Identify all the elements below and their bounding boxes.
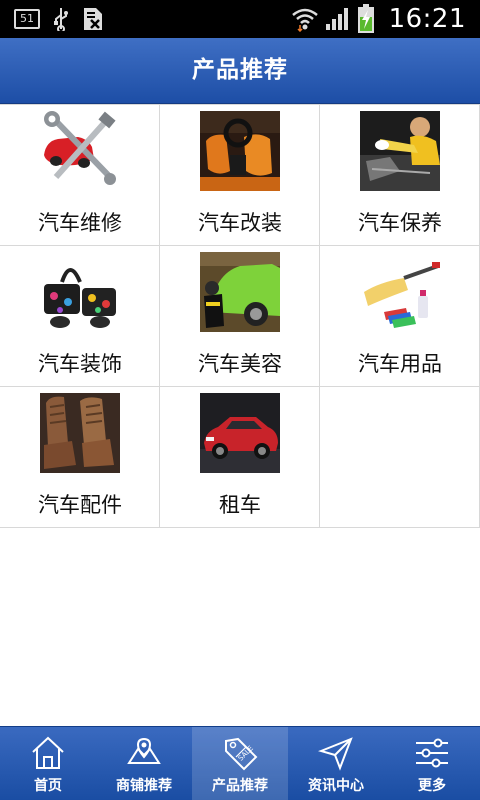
empty-cell xyxy=(320,387,480,528)
sale-tag-icon: SALE xyxy=(225,737,258,771)
nav-shops[interactable]: 商铺推荐 xyxy=(96,727,192,800)
nav-label: 更多 xyxy=(418,778,446,794)
status-bar: 51 16:21 xyxy=(0,0,480,38)
nav-label: 商铺推荐 xyxy=(116,778,172,794)
home-icon xyxy=(32,736,64,769)
category-item-beauty[interactable]: 汽车美容 xyxy=(160,246,320,387)
category-label: 汽车美容 xyxy=(198,352,282,376)
category-label: 汽车配件 xyxy=(38,493,122,517)
nav-more[interactable]: 更多 xyxy=(384,727,480,800)
nav-label: 资讯中心 xyxy=(308,778,364,794)
category-grid: 汽车维修 汽车改装 汽车保养 汽车装饰 汽车美容 汽车用品 汽车配件 租车 xyxy=(0,104,480,528)
shop-map-icon xyxy=(127,737,161,764)
blocked-app-icon xyxy=(84,8,102,30)
nav-news[interactable]: 资讯中心 xyxy=(288,727,384,800)
category-label: 汽车维修 xyxy=(38,211,122,235)
battery-charging-icon xyxy=(357,4,374,33)
category-label: 汽车保养 xyxy=(358,211,442,235)
category-item-repair[interactable]: 汽车维修 xyxy=(0,105,160,246)
usb-icon xyxy=(54,8,68,31)
car-seat-icon xyxy=(40,393,120,473)
wifi-icon xyxy=(291,8,318,32)
clock: 16:21 xyxy=(388,4,466,34)
signal-icon xyxy=(325,8,348,30)
nav-home[interactable]: 首页 xyxy=(0,727,96,800)
app-header: 产品推荐 xyxy=(0,38,480,104)
category-item-rental[interactable]: 租车 xyxy=(160,387,320,528)
repair-tools-icon xyxy=(40,111,120,191)
send-icon xyxy=(318,737,353,771)
category-label: 租车 xyxy=(219,493,261,517)
status-indicators: 16:21 xyxy=(291,4,466,34)
sliders-icon xyxy=(416,738,448,768)
category-item-supplies[interactable]: 汽车用品 xyxy=(320,246,480,387)
mechanic-icon xyxy=(360,111,440,191)
decor-accessories-icon xyxy=(40,252,120,332)
cleaning-brush-icon xyxy=(360,252,440,332)
nav-label: 首页 xyxy=(34,778,62,794)
nav-products[interactable]: SALE 产品推荐 xyxy=(192,727,288,800)
category-label: 汽车改装 xyxy=(198,211,282,235)
category-item-decoration[interactable]: 汽车装饰 xyxy=(0,246,160,387)
car-wash-icon xyxy=(200,252,280,332)
nav-label: 产品推荐 xyxy=(212,778,268,794)
status-notifications: 51 xyxy=(14,7,104,31)
category-item-modification[interactable]: 汽车改装 xyxy=(160,105,320,246)
red-suv-icon xyxy=(200,393,280,473)
car-interior-icon xyxy=(200,111,280,191)
page-title: 产品推荐 xyxy=(192,57,288,83)
category-label: 汽车装饰 xyxy=(38,352,122,376)
category-label: 汽车用品 xyxy=(358,352,442,376)
category-item-parts[interactable]: 汽车配件 xyxy=(0,387,160,528)
category-item-maintenance[interactable]: 汽车保养 xyxy=(320,105,480,246)
bottom-nav: 首页 商铺推荐 SALE 产品推荐 资讯中心 更多 xyxy=(0,726,480,800)
notification-count-icon: 51 xyxy=(14,9,40,29)
